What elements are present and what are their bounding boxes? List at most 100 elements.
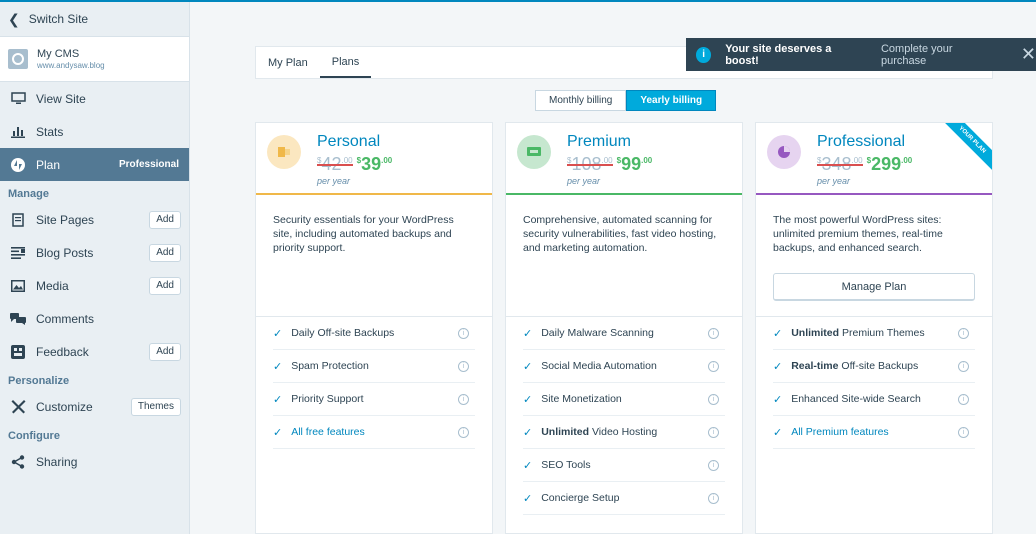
add-page-button[interactable]: Add (149, 210, 181, 229)
billing-period: per year (817, 176, 851, 186)
check-icon: ✓ (773, 360, 783, 373)
add-media-button[interactable]: Add (149, 276, 181, 295)
info-icon[interactable]: i (708, 492, 719, 504)
yearly-billing-button[interactable]: Yearly billing (626, 90, 717, 111)
plan-description: Comprehensive, automated scanning for se… (523, 214, 717, 254)
close-icon[interactable]: ✕ (1021, 44, 1036, 65)
info-icon[interactable]: i (708, 360, 719, 372)
sidebar-item-stats[interactable]: Stats (0, 115, 189, 148)
info-icon[interactable]: i (458, 393, 469, 405)
feature-list: ✓ Daily Malware Scanning i ✓ Social Media A… (506, 316, 742, 515)
image-icon (10, 278, 26, 294)
add-post-button[interactable]: Add (149, 243, 181, 262)
section-heading-configure: Configure (8, 430, 60, 442)
sidebar-item-label: Sharing (36, 454, 78, 469)
billing-period: per year (317, 176, 351, 186)
info-icon[interactable]: i (708, 459, 719, 471)
tab-my-plan[interactable]: My Plan (256, 47, 320, 78)
plan-description: Security essentials for your WordPress s… (273, 214, 454, 254)
switch-site-link[interactable]: ❮ Switch Site (0, 2, 189, 36)
share-icon (10, 454, 26, 470)
themes-button[interactable]: Themes (130, 397, 181, 416)
check-icon: ✓ (523, 393, 533, 406)
info-icon[interactable]: i (958, 426, 969, 438)
check-icon: ✓ (273, 393, 283, 406)
sale-price: $39.00 (356, 154, 393, 174)
info-icon[interactable]: i (458, 327, 469, 339)
plan-description: The most powerful WordPress sites: unlim… (773, 214, 943, 254)
site-url: www.andysaw.blog (37, 60, 105, 70)
sidebar-item-label: Blog Posts (36, 245, 94, 260)
check-icon: ✓ (523, 459, 533, 472)
info-icon[interactable]: i (458, 426, 469, 438)
info-icon[interactable]: i (458, 360, 469, 372)
current-site-card[interactable]: My CMS www.andysaw.blog (0, 36, 189, 82)
info-icon[interactable]: i (708, 327, 719, 339)
sidebar-item-customize[interactable]: Customize Themes (0, 390, 189, 423)
billing-toggle: Monthly billing Yearly billing (535, 90, 717, 111)
plan-name: Premium (567, 133, 632, 150)
sidebar-item-label: Site Pages (36, 212, 95, 227)
info-icon[interactable]: i (958, 360, 969, 372)
sidebar-item-view-site[interactable]: View Site (0, 82, 189, 115)
notice-text: Your site deserves a boost! (725, 42, 832, 67)
manage-plan-button[interactable]: Manage Plan (773, 273, 975, 301)
all-premium-features-link[interactable]: ✓ All Premium features i (773, 416, 975, 449)
feature-item: ✓ Unlimited Premium Themes i (773, 317, 975, 350)
plan-header: Premium $108.00 $99.00 per year (506, 123, 742, 195)
sidebar-item-comments[interactable]: Comments (0, 302, 189, 335)
feature-item: ✓ Unlimited Video Hosting i (523, 416, 725, 449)
feature-item: ✓ Social Media Automation i (523, 350, 725, 383)
section-heading-manage: Manage (8, 188, 49, 200)
info-icon: i (696, 46, 712, 63)
plan-name: Personal (317, 133, 381, 150)
monthly-billing-button[interactable]: Monthly billing (535, 90, 627, 111)
add-feedback-button[interactable]: Add (149, 342, 181, 361)
check-icon: ✓ (523, 492, 533, 505)
premium-plan-icon (517, 135, 551, 169)
section-heading-personalize: Personalize (8, 375, 70, 387)
feature-item: ✓ Site Monetization i (523, 383, 725, 416)
sidebar-item-plan[interactable]: Plan Professional (0, 148, 189, 181)
site-globe-icon (8, 49, 28, 69)
sidebar-item-label: Stats (36, 124, 64, 139)
page-icon (10, 212, 26, 228)
sidebar-item-media[interactable]: Media Add (0, 269, 189, 302)
all-free-features-link[interactable]: ✓ All free features i (273, 416, 475, 449)
jetpack-icon (10, 157, 26, 173)
sidebar-item-sharing[interactable]: Sharing (0, 445, 189, 478)
feature-item: ✓ Spam Protection i (273, 350, 475, 383)
sidebar-item-blog-posts[interactable]: Blog Posts Add (0, 236, 189, 269)
info-icon[interactable]: i (708, 426, 719, 438)
professional-plan-icon (767, 135, 801, 169)
tab-plans[interactable]: Plans (319, 47, 372, 78)
plan-card-premium: Premium $108.00 $99.00 per year Comprehe… (505, 122, 743, 534)
check-icon: ✓ (523, 360, 533, 373)
plan-price: $348.00 $299.00 (817, 154, 912, 175)
plan-header: Personal $42.00 $39.00 per year (256, 123, 492, 195)
bar-chart-icon (10, 124, 26, 140)
feature-item: ✓ Real-time Off-site Backups i (773, 350, 975, 383)
feature-item: ✓ Concierge Setup i (523, 482, 725, 515)
personal-plan-icon (267, 135, 301, 169)
check-icon: ✓ (273, 360, 283, 373)
sidebar: ❮ Switch Site My CMS www.andysaw.blog Vi… (0, 2, 190, 534)
check-icon: ✓ (523, 327, 533, 340)
feedback-icon (10, 344, 26, 360)
sidebar-item-label: Customize (36, 399, 93, 414)
plan-card-personal: Personal $42.00 $39.00 per year Security… (255, 122, 493, 534)
info-icon[interactable]: i (958, 393, 969, 405)
comments-icon (10, 311, 26, 327)
info-icon[interactable]: i (708, 393, 719, 405)
feature-item: ✓ SEO Tools i (523, 449, 725, 482)
complete-purchase-link[interactable]: Complete your purchase (881, 43, 995, 67)
check-icon: ✓ (773, 327, 783, 340)
feature-item: ✓ Daily Off-site Backups i (273, 317, 475, 350)
original-price: $108.00 (567, 154, 613, 174)
tools-icon (10, 399, 26, 415)
sale-price: $299.00 (866, 154, 913, 174)
sidebar-item-feedback[interactable]: Feedback Add (0, 335, 189, 368)
info-icon[interactable]: i (958, 327, 969, 339)
sidebar-item-site-pages[interactable]: Site Pages Add (0, 203, 189, 236)
posts-icon (10, 245, 26, 261)
